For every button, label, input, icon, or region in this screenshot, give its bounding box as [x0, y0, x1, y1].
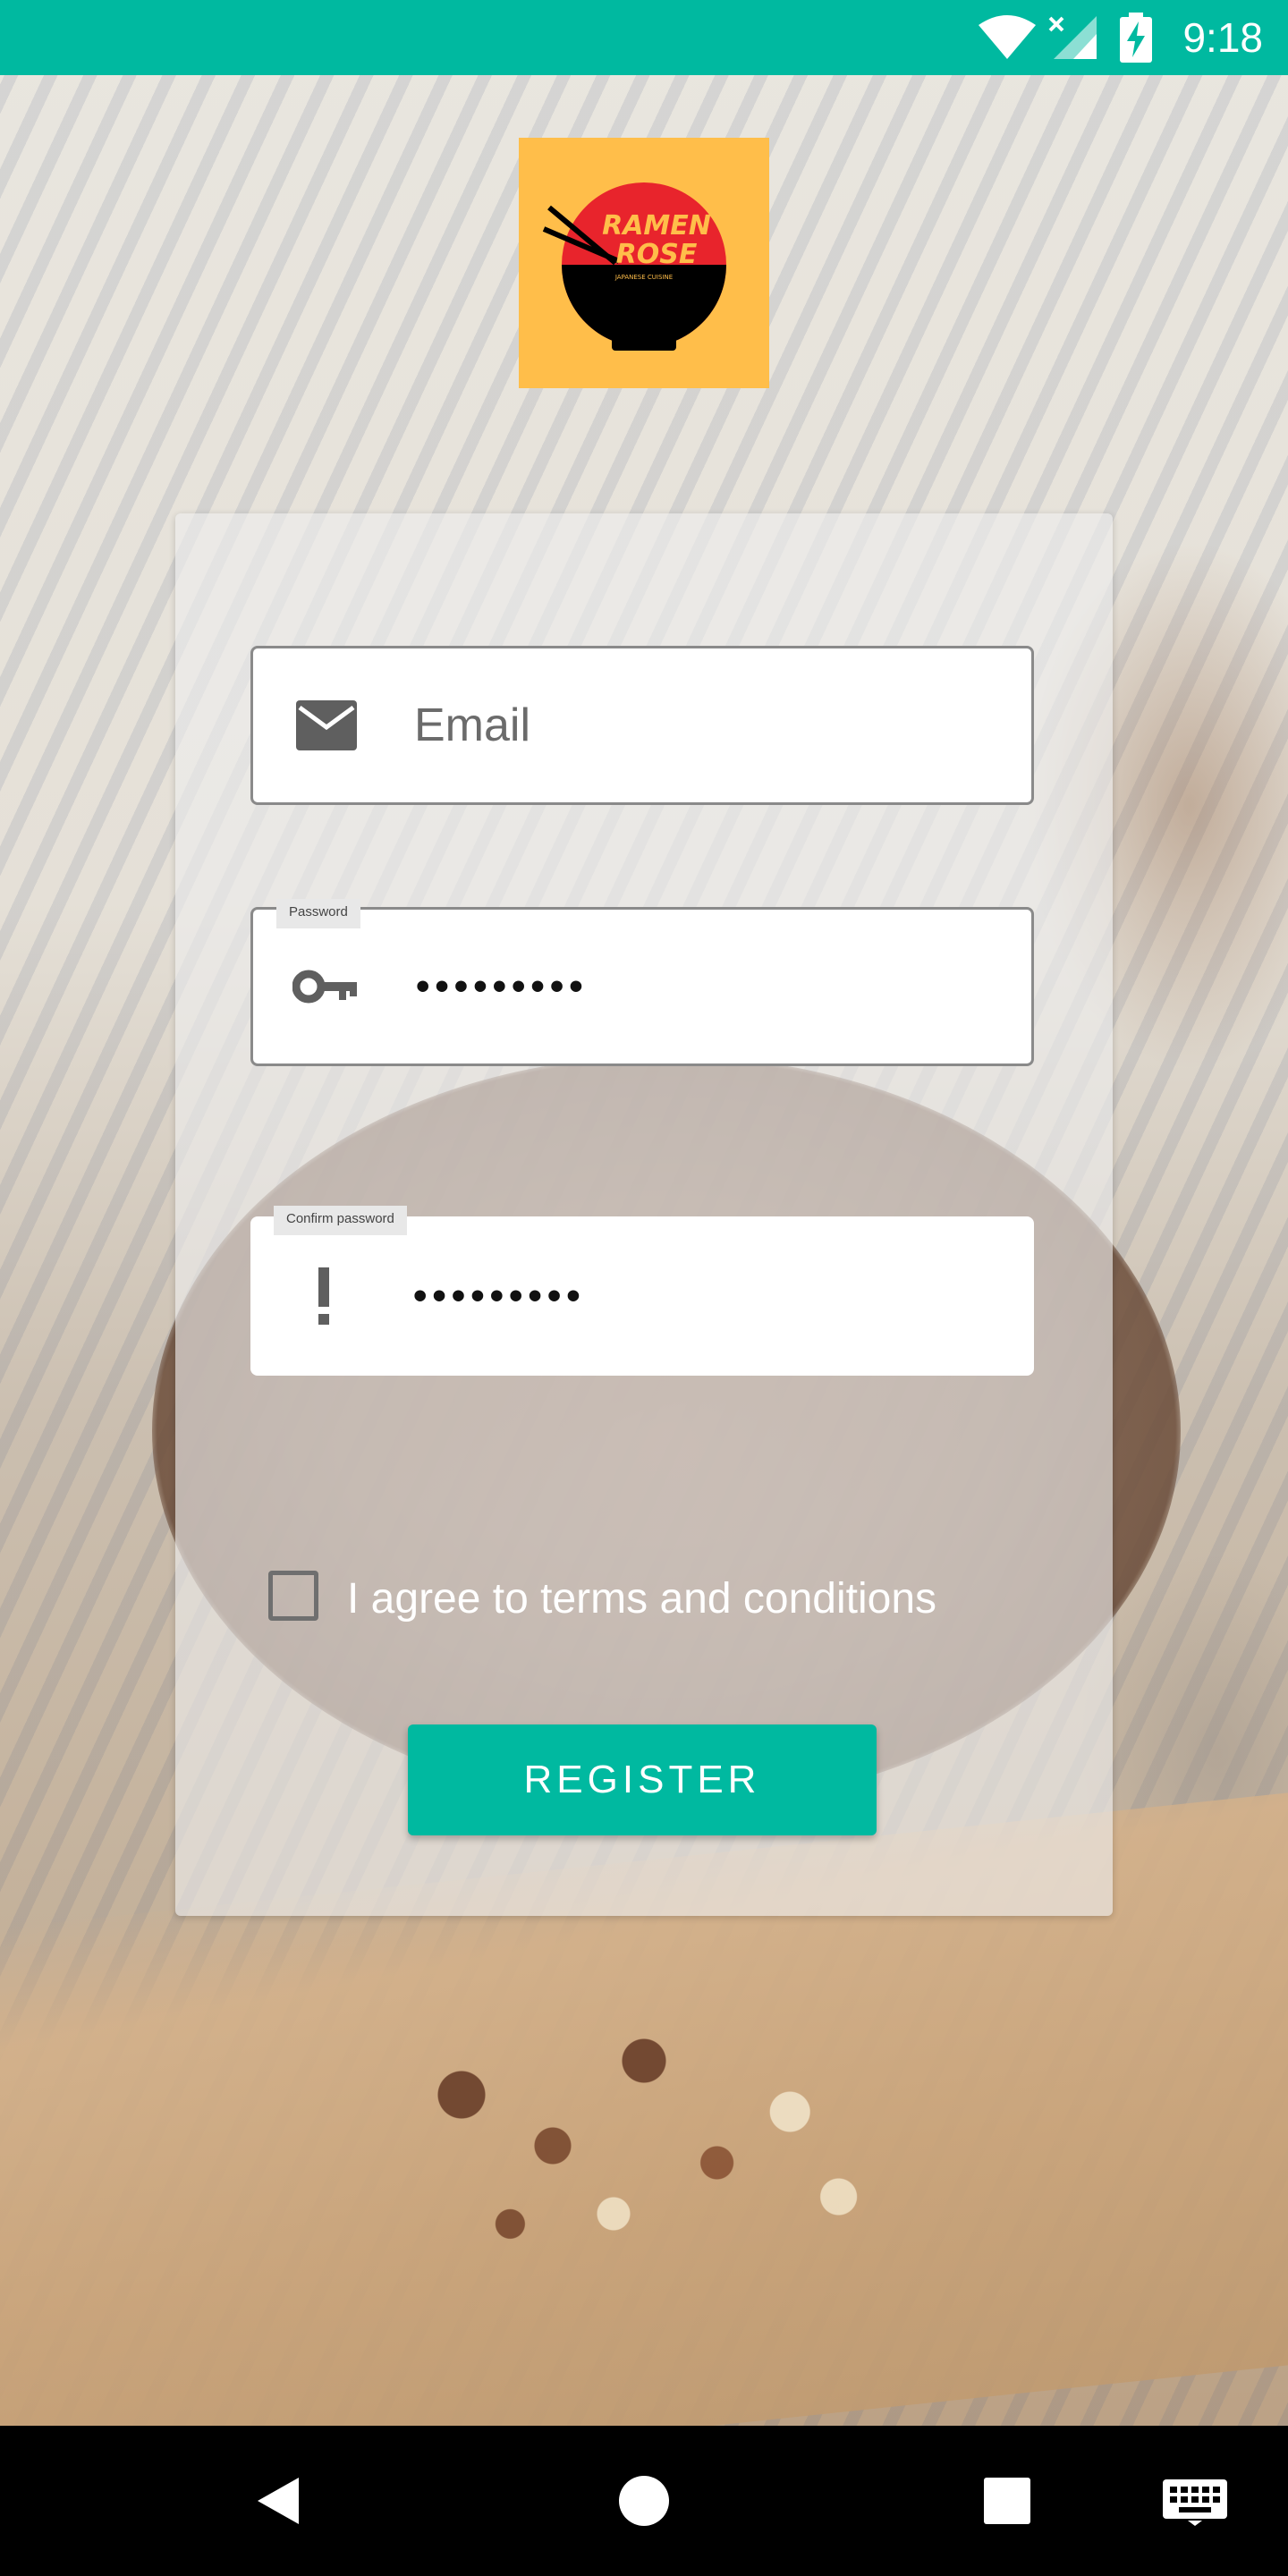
home-icon[interactable] — [617, 2474, 671, 2528]
register-button[interactable]: REGISTER — [408, 1724, 877, 1835]
ramen-bowl-logo: RAMEN ROSE JAPANESE CUISINE — [542, 182, 726, 351]
password-value: ••••••••• — [416, 964, 589, 1008]
battery-charging-icon — [1120, 13, 1152, 63]
email-placeholder: Email — [414, 699, 531, 751]
wifi-icon — [979, 15, 1036, 59]
back-icon[interactable] — [252, 2474, 306, 2528]
terms-row: I agree to terms and conditions — [268, 1571, 1038, 1628]
confirm-password-field[interactable]: Confirm password ••••••••• — [250, 1206, 1034, 1376]
logo-tagline: JAPANESE CUISINE — [614, 274, 673, 281]
confirm-password-label: Confirm password — [274, 1206, 407, 1235]
status-time: 9:18 — [1182, 14, 1263, 61]
register-card: Email Password ••••••••• Confirm passwor… — [175, 513, 1113, 1916]
terms-checkbox[interactable] — [268, 1571, 318, 1621]
app-logo: RAMEN ROSE JAPANESE CUISINE — [519, 138, 769, 388]
password-field[interactable]: Password ••••••••• — [250, 899, 1034, 1066]
password-label: Password — [276, 899, 360, 928]
logo-line2: ROSE — [616, 239, 698, 270]
mail-icon — [296, 700, 357, 750]
signal-icon — [1048, 16, 1097, 59]
terms-label[interactable]: I agree to terms and conditions — [347, 1574, 936, 1623]
logo-line1: RAMEN — [602, 210, 711, 242]
exclamation-icon — [318, 1267, 329, 1325]
email-field[interactable]: Email — [250, 646, 1034, 805]
key-icon — [292, 970, 357, 1004]
confirm-password-value: ••••••••• — [413, 1274, 586, 1318]
recents-icon[interactable] — [982, 2476, 1032, 2526]
keyboard-icon[interactable] — [1163, 2476, 1227, 2526]
background-crumbs — [340, 1959, 948, 2299]
status-bar: 9:18 — [0, 0, 1288, 75]
navigation-bar — [0, 2426, 1288, 2576]
